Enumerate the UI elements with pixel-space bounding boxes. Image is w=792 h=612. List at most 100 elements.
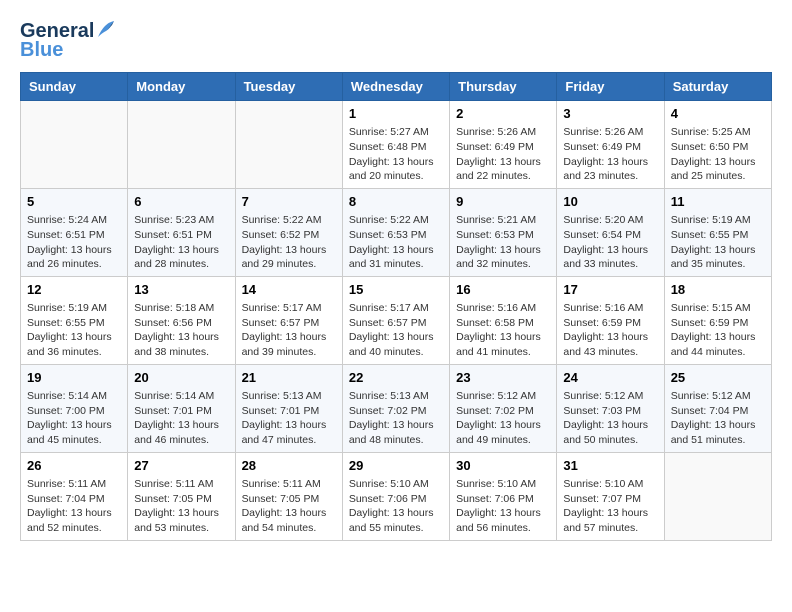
calendar-cell: 18 Sunrise: 5:15 AM Sunset: 6:59 PM Dayli… [664,276,771,364]
day-number: 9 [456,193,550,211]
calendar-cell: 28Sunrise: 5:11 AM Sunset: 7:05 PM Dayli… [235,452,342,540]
day-number: 13 [134,281,228,299]
calendar-header-saturday: Saturday [664,73,771,101]
day-number: 24 [563,369,657,387]
calendar-cell: 21 Sunrise: 5:13 AM Sunset: 7:01 PM Dayli… [235,364,342,452]
calendar-cell: 10Sunrise: 5:20 AM Sunset: 6:54 PM Dayli… [557,188,664,276]
day-info: Sunrise: 5:21 AM Sunset: 6:53 PM Dayligh… [456,213,550,272]
calendar-cell: 25Sunrise: 5:12 AM Sunset: 7:04 PM Dayli… [664,364,771,452]
day-number: 19 [27,369,121,387]
calendar-cell [128,101,235,189]
day-info: Sunrise: 5:11 AM Sunset: 7:05 PM Dayligh… [134,477,228,536]
calendar-cell: 1 Sunrise: 5:27 AM Sunset: 6:48 PM Daylig… [342,101,449,189]
day-number: 26 [27,457,121,475]
calendar-cell [664,452,771,540]
day-number: 11 [671,193,765,211]
day-number: 14 [242,281,336,299]
day-info: Sunrise: 5:15 AM Sunset: 6:59 PM Dayligh… [671,301,765,360]
day-number: 23 [456,369,550,387]
calendar-cell: 31 Sunrise: 5:10 AM Sunset: 7:07 PM Dayli… [557,452,664,540]
day-number: 21 [242,369,336,387]
calendar-cell: 23 Sunrise: 5:12 AM Sunset: 7:02 PM Dayli… [450,364,557,452]
day-number: 4 [671,105,765,123]
day-info: Sunrise: 5:10 AM Sunset: 7:06 PM Dayligh… [456,477,550,536]
calendar-header-friday: Friday [557,73,664,101]
day-number: 2 [456,105,550,123]
calendar-cell: 30 Sunrise: 5:10 AM Sunset: 7:06 PM Dayli… [450,452,557,540]
day-number: 27 [134,457,228,475]
day-info: Sunrise: 5:13 AM Sunset: 7:02 PM Dayligh… [349,389,443,448]
calendar-header-sunday: Sunday [21,73,128,101]
day-info: Sunrise: 5:11 AM Sunset: 7:04 PM Dayligh… [27,477,121,536]
calendar-header-tuesday: Tuesday [235,73,342,101]
calendar-week-4: 19 Sunrise: 5:14 AM Sunset: 7:00 PM Dayli… [21,364,772,452]
calendar-cell: 12Sunrise: 5:19 AM Sunset: 6:55 PM Dayli… [21,276,128,364]
day-info: Sunrise: 5:27 AM Sunset: 6:48 PM Dayligh… [349,125,443,184]
calendar-header-thursday: Thursday [450,73,557,101]
day-info: Sunrise: 5:25 AM Sunset: 6:50 PM Dayligh… [671,125,765,184]
day-number: 6 [134,193,228,211]
calendar-week-2: 5 Sunrise: 5:24 AM Sunset: 6:51 PM Daylig… [21,188,772,276]
day-info: Sunrise: 5:19 AM Sunset: 6:55 PM Dayligh… [671,213,765,272]
calendar-cell: 2 Sunrise: 5:26 AM Sunset: 6:49 PM Daylig… [450,101,557,189]
calendar-cell: 3Sunrise: 5:26 AM Sunset: 6:49 PM Daylig… [557,101,664,189]
day-info: Sunrise: 5:12 AM Sunset: 7:04 PM Dayligh… [671,389,765,448]
calendar-cell [235,101,342,189]
logo-blue-text: Blue [20,39,63,62]
day-number: 16 [456,281,550,299]
logo: General Blue [20,20,116,62]
day-number: 7 [242,193,336,211]
day-info: Sunrise: 5:17 AM Sunset: 6:57 PM Dayligh… [349,301,443,360]
calendar-header-wednesday: Wednesday [342,73,449,101]
calendar-week-5: 26 Sunrise: 5:11 AM Sunset: 7:04 PM Dayli… [21,452,772,540]
calendar-cell: 26 Sunrise: 5:11 AM Sunset: 7:04 PM Dayli… [21,452,128,540]
day-info: Sunrise: 5:23 AM Sunset: 6:51 PM Dayligh… [134,213,228,272]
day-number: 5 [27,193,121,211]
day-info: Sunrise: 5:14 AM Sunset: 7:00 PM Dayligh… [27,389,121,448]
calendar-cell: 9 Sunrise: 5:21 AM Sunset: 6:53 PM Daylig… [450,188,557,276]
calendar-cell: 16 Sunrise: 5:16 AM Sunset: 6:58 PM Dayli… [450,276,557,364]
calendar-cell: 8 Sunrise: 5:22 AM Sunset: 6:53 PM Daylig… [342,188,449,276]
day-number: 12 [27,281,121,299]
day-info: Sunrise: 5:12 AM Sunset: 7:03 PM Dayligh… [563,389,657,448]
calendar-cell: 22Sunrise: 5:13 AM Sunset: 7:02 PM Dayli… [342,364,449,452]
day-number: 1 [349,105,443,123]
day-info: Sunrise: 5:10 AM Sunset: 7:07 PM Dayligh… [563,477,657,536]
calendar-cell: 15Sunrise: 5:17 AM Sunset: 6:57 PM Dayli… [342,276,449,364]
day-info: Sunrise: 5:14 AM Sunset: 7:01 PM Dayligh… [134,389,228,448]
day-number: 28 [242,457,336,475]
day-number: 20 [134,369,228,387]
day-number: 18 [671,281,765,299]
calendar-week-3: 12Sunrise: 5:19 AM Sunset: 6:55 PM Dayli… [21,276,772,364]
day-number: 29 [349,457,443,475]
logo-bird-icon [96,19,116,41]
calendar-table: SundayMondayTuesdayWednesdayThursdayFrid… [20,72,772,541]
calendar-cell [21,101,128,189]
day-info: Sunrise: 5:17 AM Sunset: 6:57 PM Dayligh… [242,301,336,360]
calendar-cell: 24 Sunrise: 5:12 AM Sunset: 7:03 PM Dayli… [557,364,664,452]
day-info: Sunrise: 5:12 AM Sunset: 7:02 PM Dayligh… [456,389,550,448]
day-number: 30 [456,457,550,475]
day-info: Sunrise: 5:18 AM Sunset: 6:56 PM Dayligh… [134,301,228,360]
day-info: Sunrise: 5:24 AM Sunset: 6:51 PM Dayligh… [27,213,121,272]
day-info: Sunrise: 5:26 AM Sunset: 6:49 PM Dayligh… [456,125,550,184]
day-number: 31 [563,457,657,475]
day-info: Sunrise: 5:22 AM Sunset: 6:53 PM Dayligh… [349,213,443,272]
day-info: Sunrise: 5:13 AM Sunset: 7:01 PM Dayligh… [242,389,336,448]
day-info: Sunrise: 5:10 AM Sunset: 7:06 PM Dayligh… [349,477,443,536]
calendar-week-1: 1 Sunrise: 5:27 AM Sunset: 6:48 PM Daylig… [21,101,772,189]
day-number: 8 [349,193,443,211]
calendar-header-row: SundayMondayTuesdayWednesdayThursdayFrid… [21,73,772,101]
day-info: Sunrise: 5:16 AM Sunset: 6:58 PM Dayligh… [456,301,550,360]
calendar-cell: 4 Sunrise: 5:25 AM Sunset: 6:50 PM Daylig… [664,101,771,189]
calendar-cell: 27 Sunrise: 5:11 AM Sunset: 7:05 PM Dayli… [128,452,235,540]
day-info: Sunrise: 5:16 AM Sunset: 6:59 PM Dayligh… [563,301,657,360]
calendar-header-monday: Monday [128,73,235,101]
day-number: 17 [563,281,657,299]
day-info: Sunrise: 5:22 AM Sunset: 6:52 PM Dayligh… [242,213,336,272]
day-info: Sunrise: 5:26 AM Sunset: 6:49 PM Dayligh… [563,125,657,184]
calendar-cell: 20 Sunrise: 5:14 AM Sunset: 7:01 PM Dayli… [128,364,235,452]
calendar-cell: 17 Sunrise: 5:16 AM Sunset: 6:59 PM Dayli… [557,276,664,364]
calendar-cell: 14 Sunrise: 5:17 AM Sunset: 6:57 PM Dayli… [235,276,342,364]
day-info: Sunrise: 5:20 AM Sunset: 6:54 PM Dayligh… [563,213,657,272]
